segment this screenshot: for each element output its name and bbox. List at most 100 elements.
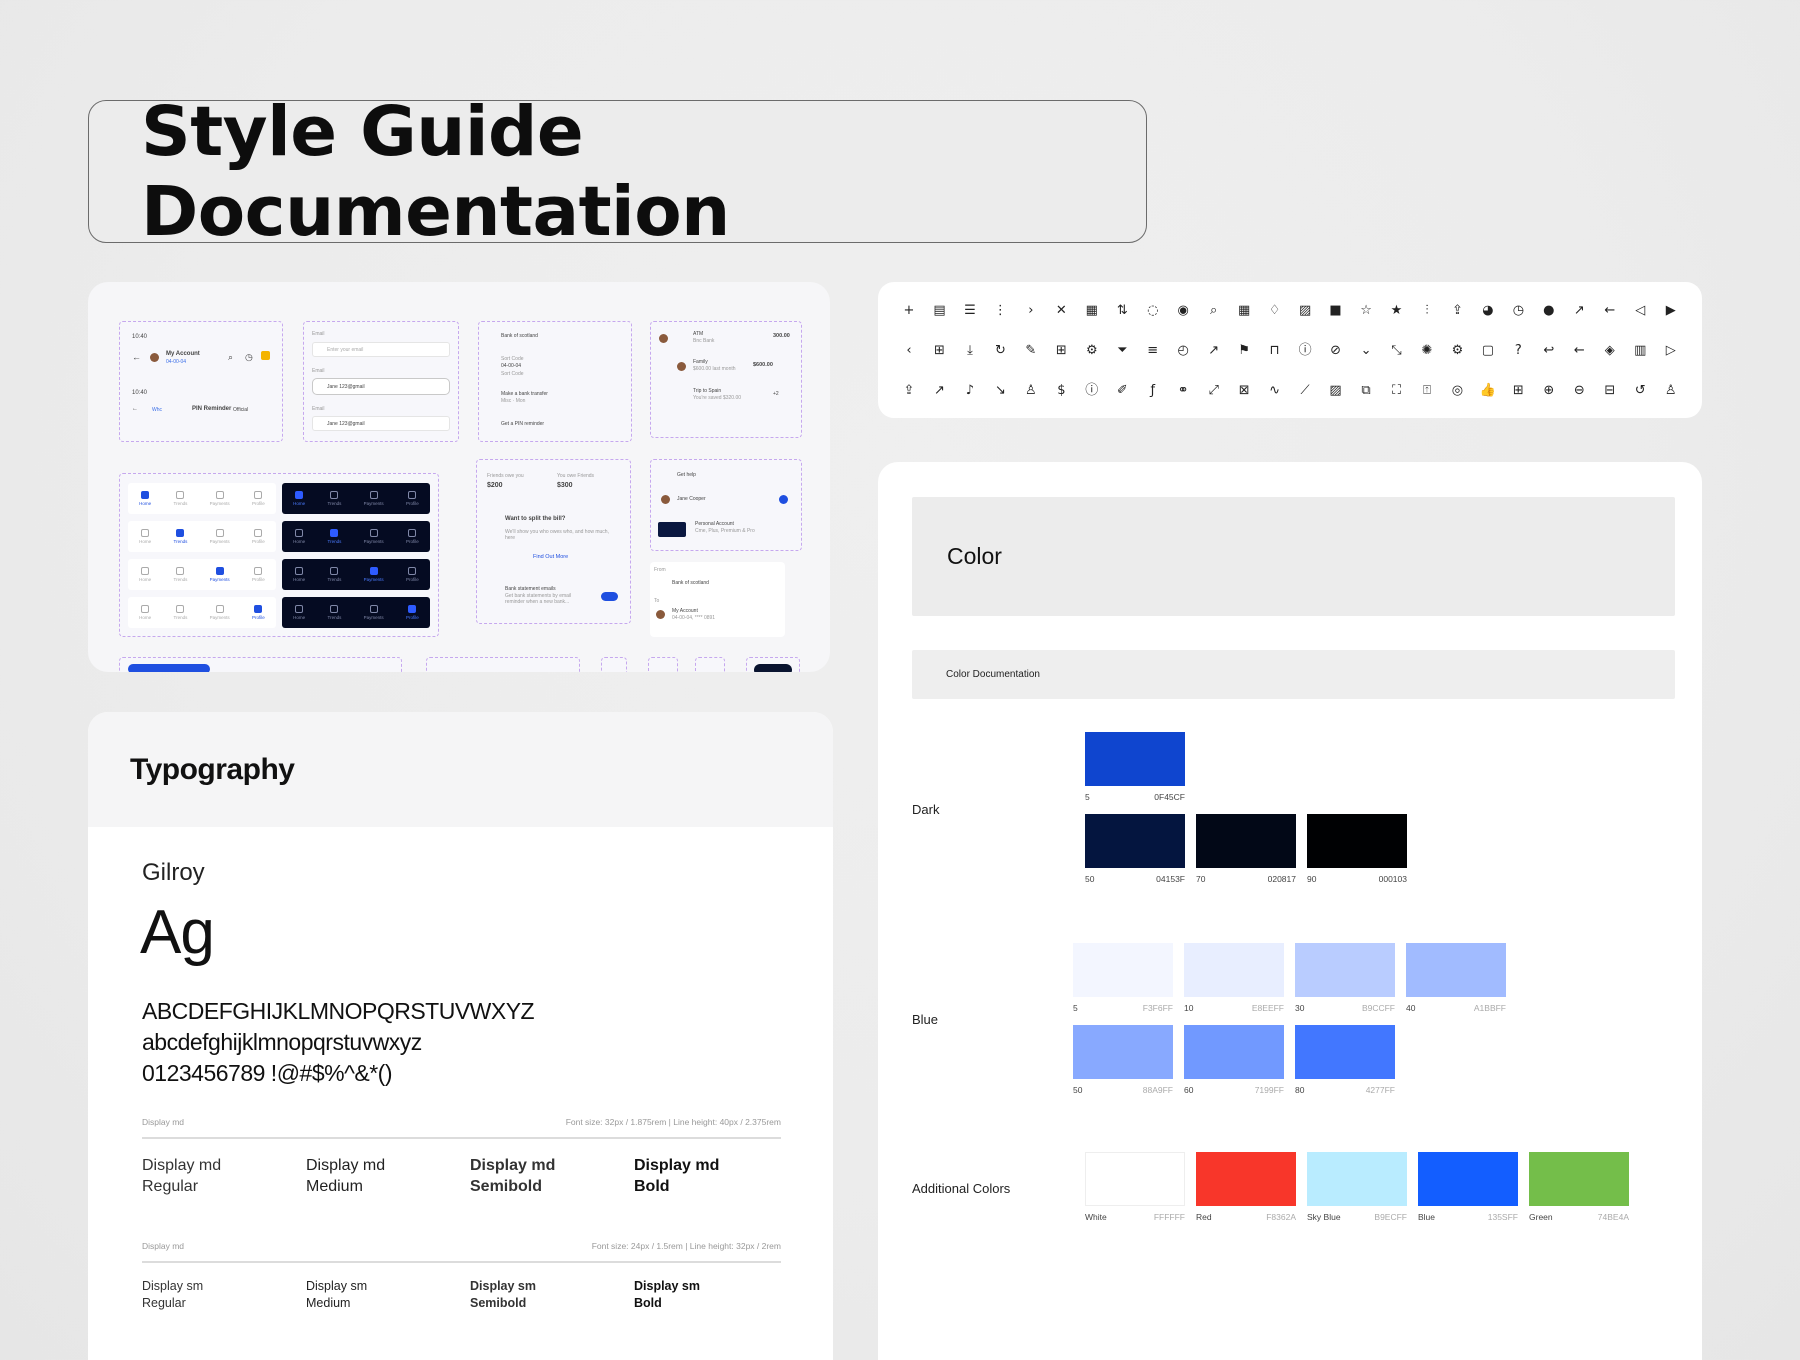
divider <box>142 1261 781 1263</box>
nav-icon <box>215 529 224 537</box>
from-bank[interactable]: Bank of scotland <box>672 580 709 586</box>
nav-item[interactable]: Home <box>139 605 151 620</box>
nav-item[interactable]: Home <box>293 567 305 582</box>
account-name[interactable]: My Account <box>166 351 200 357</box>
clock-icon[interactable]: ◷ <box>245 352 253 363</box>
nav-label: Trends <box>173 501 188 506</box>
gift-icon[interactable] <box>261 351 270 360</box>
nav-item[interactable]: Home <box>293 491 305 506</box>
nav-item[interactable]: Payments <box>210 567 230 582</box>
find-out-more-link[interactable]: Find Out More <box>533 554 568 560</box>
nav-item[interactable]: Trends <box>328 605 341 620</box>
nav-item[interactable]: Home <box>293 605 305 620</box>
swatch-name: Blue <box>1418 1212 1436 1222</box>
fullscreen-icon: ⛶ <box>1391 382 1402 398</box>
additional-group-label: Additional Colors <box>912 1181 1011 1196</box>
digit-set: 0123456789 !@#$%^&*() <box>142 1060 392 1086</box>
info-2-icon: ⓘ <box>1085 382 1099 398</box>
nav-icon <box>176 605 185 613</box>
official-dropdown[interactable]: Official <box>233 407 248 413</box>
components-preview: 10:40 ← My Account 04-00-04 ⌕ ◷ 10:40 ← … <box>88 282 830 672</box>
tab-active[interactable] <box>128 664 210 672</box>
nav-item[interactable]: Home <box>293 529 305 544</box>
status-time-2: 10:40 <box>132 390 148 396</box>
swatch-hex: 0F45CF <box>1154 792 1185 802</box>
search-icon[interactable]: ⌕ <box>228 352 233 363</box>
transfer-item[interactable]: Make a bank transfer <box>501 391 548 397</box>
pin-item[interactable]: Get a PIN reminder <box>501 421 544 427</box>
undo-icon: ↩ <box>1543 342 1555 358</box>
settings-icon: ⚙ <box>1085 342 1098 358</box>
to-label: To <box>654 598 660 604</box>
nav-item[interactable]: Payments <box>210 605 230 620</box>
nav-item[interactable]: Payments <box>210 491 230 506</box>
nav-item[interactable]: Profile <box>252 567 265 582</box>
nav-icon <box>408 491 417 499</box>
nav-label: Profile <box>252 501 265 506</box>
back-icon-2[interactable]: ← <box>132 406 138 412</box>
md-label: Display md <box>142 1117 185 1127</box>
bank-name[interactable]: Bank of scotland <box>501 333 538 339</box>
nav-item[interactable]: Trends <box>174 605 187 620</box>
nav-item[interactable]: Profile <box>406 491 419 506</box>
nav-item[interactable]: Payments <box>364 491 384 506</box>
to-sub: 04-00-04, **** 0891 <box>672 615 716 621</box>
back-icon[interactable]: ← <box>132 352 141 362</box>
nav-item[interactable]: Home <box>139 491 151 506</box>
wave-icon: ∿ <box>1269 382 1281 398</box>
nav-item[interactable]: Profile <box>406 529 419 544</box>
minimize-icon: ⤡ <box>1391 342 1402 358</box>
expand-icon: ⤢ <box>1208 382 1219 398</box>
nav-item[interactable]: Home <box>139 529 151 544</box>
nav-item[interactable]: Trends <box>174 529 187 544</box>
nav-item[interactable]: Trends <box>328 567 341 582</box>
back-label[interactable]: Whc <box>152 407 162 413</box>
family-amount: $600.00 <box>753 362 773 368</box>
sm-semibold: Display sm Semibold <box>470 1279 537 1310</box>
nav-item[interactable]: Payments <box>364 605 384 620</box>
account-option[interactable]: Personal Account <box>695 521 734 527</box>
nav-item[interactable]: Trends <box>328 529 341 544</box>
nav-item[interactable]: Profile <box>252 529 265 544</box>
send-button[interactable] <box>754 664 792 672</box>
nav-bar-light: Home Trends Payments Profile <box>128 483 276 514</box>
nav-item[interactable]: Home <box>139 567 151 582</box>
arrow-left-icon: ← <box>1604 302 1616 318</box>
nav-item[interactable]: Trends <box>174 567 187 582</box>
nav-item[interactable]: Payments <box>210 529 230 544</box>
nav-item[interactable]: Payments <box>364 567 384 582</box>
apps-icon: ⊞ <box>1512 382 1524 398</box>
email-input-filled[interactable]: Jane 123@gmail <box>312 416 450 431</box>
nav-item[interactable]: Profile <box>406 567 419 582</box>
to-account[interactable]: My Account <box>672 608 698 614</box>
chevron-down-icon: ⌄ <box>1360 342 1372 358</box>
email-input-focused[interactable]: Jane 123@gmail <box>312 378 450 395</box>
add-circle-icon: ⊕ <box>1543 382 1555 398</box>
person-option[interactable]: Jane Cooper <box>677 496 706 502</box>
nav-item[interactable]: Profile <box>252 605 265 620</box>
nav-item[interactable]: Profile <box>406 605 419 620</box>
statement-toggle[interactable] <box>601 592 618 601</box>
md-spec: Font size: 32px / 1.875rem | Line height… <box>565 1117 781 1127</box>
email-input-empty[interactable]: Enter your email <box>312 342 450 357</box>
nav-label: Profile <box>252 615 265 620</box>
nav-label: Home <box>293 501 306 506</box>
help-option[interactable]: Get help <box>677 472 696 478</box>
nav-item[interactable]: Profile <box>252 491 265 506</box>
clock-icon: ◴ <box>1177 342 1189 358</box>
swatch-name: 70 <box>1196 874 1206 884</box>
color-panel: Color Color Documentation Dark Blue Addi… <box>878 462 1702 1360</box>
nav-icon <box>215 491 224 499</box>
account-sort: 04-00-04 <box>166 359 187 365</box>
nav-label: Profile <box>406 539 419 544</box>
nav-bar-dark: Home Trends Payments Profile <box>282 559 430 590</box>
nav-label: Payments <box>209 577 230 582</box>
nav-item[interactable]: Payments <box>364 529 384 544</box>
nav-item[interactable]: Trends <box>328 491 341 506</box>
nav-item[interactable]: Trends <box>173 491 188 506</box>
function-icon: ƒ <box>1150 382 1156 398</box>
bar-chart-icon: ▥ <box>1634 342 1647 358</box>
color-swatch <box>1307 1152 1407 1206</box>
trending-up-icon: ↗ <box>934 382 945 398</box>
color-swatch <box>1184 943 1284 997</box>
